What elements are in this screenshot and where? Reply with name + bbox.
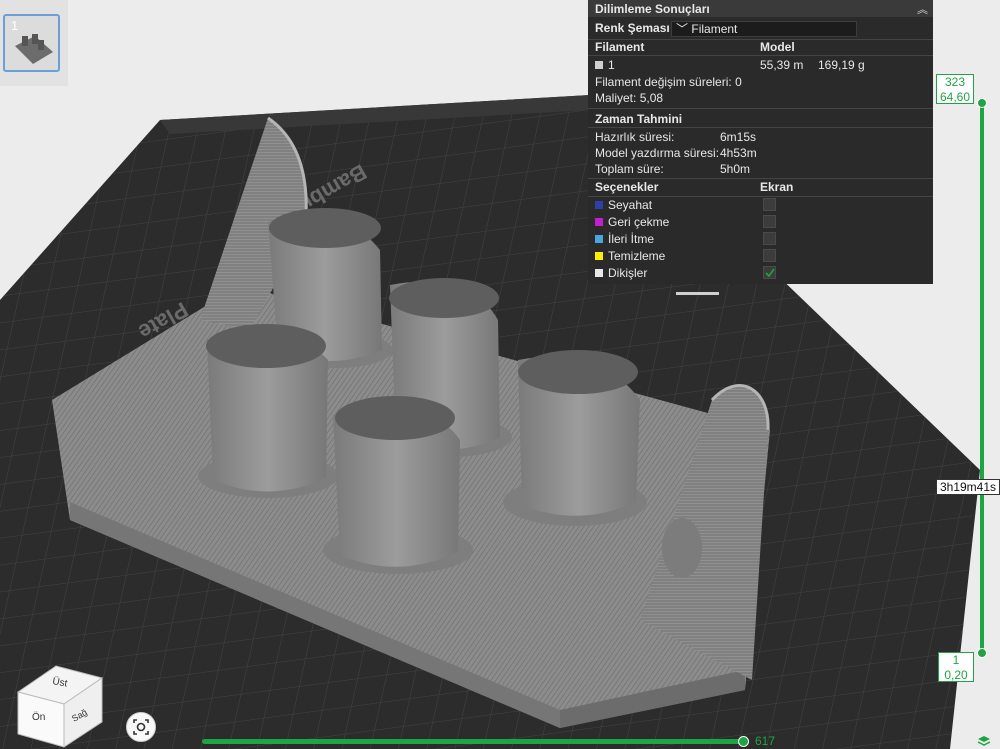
option-retraction-label: Geri çekme (608, 215, 670, 229)
top-layer-number: 323 (944, 75, 966, 89)
panel-title: Dilimleme Sonuçları (595, 1, 710, 16)
recenter-view-button[interactable] (126, 712, 156, 742)
retraction-color-swatch (595, 218, 603, 226)
wipe-visibility-checkbox[interactable] (763, 249, 776, 262)
cup-holder-front-right (503, 350, 647, 526)
move-slider-track[interactable] (202, 739, 747, 744)
color-scheme-label: Renk Şeması (595, 21, 670, 35)
print-time-label: Model yazdırma süresi: (595, 146, 720, 160)
layer-time-badge: 3h19m41s (936, 479, 1000, 495)
seams-color-swatch (595, 269, 603, 277)
slicing-results-panel: Dilimleme Sonuçları ︽ Renk Şeması ﹀ Fila… (588, 0, 933, 284)
move-slider-value: 617 (755, 734, 776, 748)
cup-holder-front-left (198, 324, 338, 498)
change-time-row: Filament değişim süreleri: 0 (595, 75, 742, 89)
top-layer-height: 64,60 (939, 90, 971, 104)
cost-label: Maliyet: (595, 91, 637, 105)
checkmark-icon (765, 268, 775, 278)
view-cube[interactable]: Üst Ön Sağ (16, 652, 106, 749)
option-deretraction: İleri İtme (595, 232, 654, 246)
total-time-value: 5h0m (720, 162, 751, 176)
panel-title-bar[interactable]: Dilimleme Sonuçları (588, 0, 933, 17)
plate-thumbnail-image (15, 34, 53, 64)
bottom-layer-height: 0,20 (944, 668, 968, 682)
time-estimate-header: Zaman Tahmini (595, 112, 683, 126)
filament-color-swatch (595, 61, 603, 69)
print-time-value: 4h53m (720, 146, 757, 160)
plate-thumbnail[interactable]: 1 (3, 14, 60, 72)
option-seams: Dikişler (595, 266, 647, 280)
option-travel-label: Seyahat (608, 198, 653, 212)
panel-scrollbar[interactable] (676, 292, 719, 295)
prep-time-value: 6m15s (720, 130, 757, 144)
cost-row: Maliyet: 5,08 (595, 91, 663, 105)
filament-length: 55,39 m (760, 58, 804, 72)
filament-id: 1 (608, 58, 615, 72)
cup-holder-front-center (323, 396, 473, 574)
retraction-visibility-checkbox[interactable] (763, 215, 776, 228)
collapse-icon[interactable]: ︽ (917, 1, 928, 17)
prep-time-label: Hazırlık süresi: (595, 130, 675, 144)
move-slider-handle[interactable] (738, 736, 749, 747)
model-header: Model (760, 40, 795, 54)
option-retraction: Geri çekme (595, 215, 669, 229)
layer-slider-track[interactable] (980, 103, 984, 655)
option-deretraction-label: İleri İtme (608, 232, 655, 246)
layer-slider-top-handle[interactable] (977, 98, 987, 108)
option-wipe: Temizleme (595, 249, 665, 263)
layers-icon[interactable] (977, 735, 991, 747)
filament-weight: 169,19 g (818, 58, 865, 72)
filament-header: Filament (595, 40, 645, 54)
deretraction-color-swatch (595, 235, 603, 243)
bottom-layer-label: 1 0,20 (938, 652, 974, 682)
layer-slider-bottom-handle[interactable] (977, 648, 987, 658)
chevron-down-icon: ﹀ (676, 22, 689, 36)
color-scheme-dropdown[interactable]: ﹀ Filament (671, 21, 857, 37)
option-wipe-label: Temizleme (608, 249, 666, 263)
change-time-value: 0 (735, 75, 742, 89)
travel-visibility-checkbox[interactable] (763, 198, 776, 211)
recenter-icon (133, 719, 149, 735)
deretraction-visibility-checkbox[interactable] (763, 232, 776, 245)
options-header: Seçenekler (595, 180, 659, 194)
seams-visibility-checkbox[interactable] (763, 266, 776, 279)
total-time-label: Toplam süre: (595, 162, 664, 176)
color-scheme-value: Filament (691, 22, 738, 36)
cost-value: 5,08 (639, 91, 664, 105)
option-seams-label: Dikişler (608, 266, 648, 280)
bottom-layer-number: 1 (952, 653, 960, 667)
display-header: Ekran (760, 180, 794, 194)
filament-row: 1 (595, 58, 615, 72)
travel-color-swatch (595, 201, 603, 209)
top-layer-label: 323 64,60 (936, 74, 974, 104)
wipe-color-swatch (595, 252, 603, 260)
view-cube-front-label[interactable]: Ön (32, 711, 45, 723)
change-time-label: Filament değişim süreleri: (595, 75, 732, 89)
option-travel: Seyahat (595, 198, 652, 212)
